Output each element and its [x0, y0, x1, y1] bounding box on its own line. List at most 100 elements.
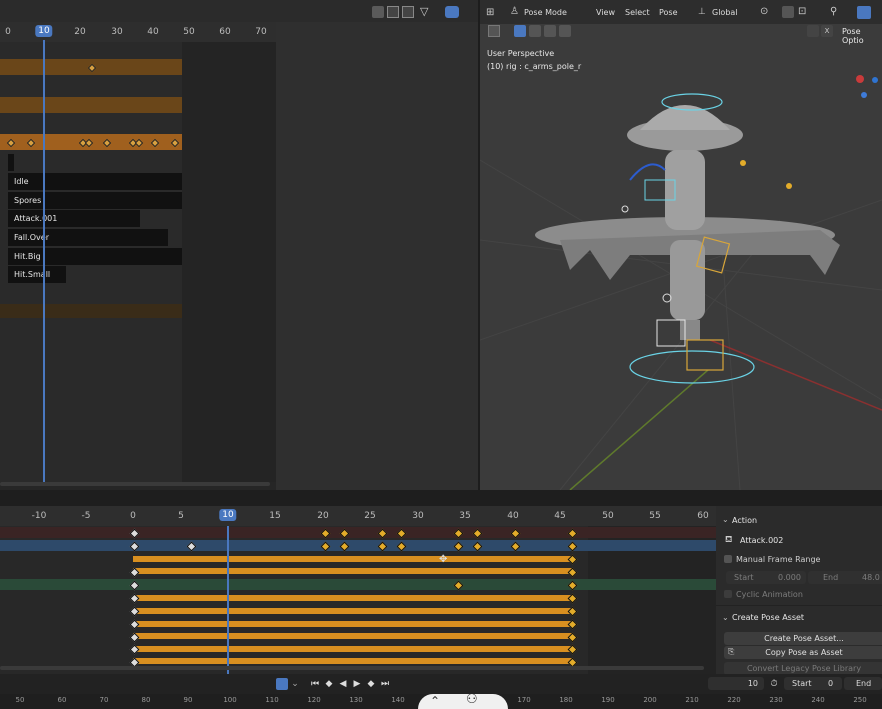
snap-icon[interactable] — [445, 6, 459, 18]
box-select-icon[interactable] — [387, 6, 399, 18]
convert-legacy-pose-library-button[interactable]: Convert Legacy Pose Library — [724, 662, 882, 674]
jump-keyframe-forward-icon[interactable]: ◆ — [365, 678, 377, 690]
hold-bar[interactable] — [133, 658, 573, 664]
hold-bar[interactable] — [133, 633, 573, 639]
filter-icon[interactable]: ▽ — [420, 5, 428, 18]
nla-playhead[interactable] — [43, 40, 45, 486]
nla-action-strip[interactable]: Spores — [8, 192, 182, 209]
hold-bar[interactable] — [133, 595, 573, 601]
proportional-icon[interactable]: ⚲ — [830, 6, 837, 17]
nla-frame-ruler[interactable]: 0 10 20 30 40 50 60 70 — [0, 22, 276, 42]
current-frame-badge[interactable]: 10 — [219, 509, 237, 521]
snap-target-icon[interactable]: ⊡ — [798, 6, 806, 17]
cursor-tool-icon[interactable] — [488, 25, 500, 37]
chevron-up-icon[interactable]: ⌃ — [430, 694, 440, 708]
snap-toggle-icon[interactable] — [782, 6, 794, 18]
jump-start-icon[interactable]: ⏮ — [309, 678, 321, 690]
hold-bar[interactable] — [133, 568, 573, 574]
keyframe[interactable] — [567, 619, 578, 630]
keyframe[interactable] — [567, 644, 578, 655]
nla-action-strip[interactable]: Attack.001 — [8, 210, 140, 227]
3d-viewport[interactable]: ⊞ ♙ Pose Mode View Select Pose ⊥ Global … — [480, 0, 882, 490]
hold-bar[interactable] — [133, 608, 573, 614]
ruler-tick: 15 — [269, 511, 281, 521]
dopesheet-playhead[interactable] — [227, 526, 229, 674]
area-divider[interactable] — [0, 490, 882, 506]
record-icon[interactable] — [276, 678, 288, 690]
gizmo-y — [861, 92, 867, 98]
cyclic-animation-label: Cyclic Animation — [736, 590, 803, 599]
select-mode-extend-icon[interactable] — [529, 25, 541, 37]
summary-channel[interactable] — [0, 527, 716, 538]
end-frame-field[interactable]: End — [844, 677, 882, 690]
editor-type-icon[interactable]: ⊞ — [486, 7, 494, 18]
people-icon[interactable]: ⚇ — [466, 694, 478, 707]
keyframe[interactable] — [567, 593, 578, 604]
end-label: End — [856, 679, 872, 688]
ruler-tick: 40 — [507, 511, 519, 521]
nla-tracks[interactable]: Idle Spores Attack.001 Fall.Over Hit.Big… — [0, 42, 276, 482]
select-mode-new-icon[interactable] — [514, 25, 526, 37]
nla-action-strip[interactable]: Idle — [8, 173, 182, 190]
current-frame-badge[interactable]: 10 — [35, 25, 53, 37]
select-mode-intersect-icon[interactable] — [559, 25, 571, 37]
select-tool-icon[interactable] — [372, 6, 384, 18]
end-frame-value: 48.0 — [862, 573, 880, 582]
copy-pose-as-asset-button[interactable]: Copy Pose as Asset — [724, 646, 882, 659]
menu-view[interactable]: View — [596, 8, 615, 17]
create-pose-asset-button[interactable]: Create Pose Asset... — [724, 632, 882, 645]
nla-action-strip[interactable]: Hit.Big — [8, 248, 182, 265]
hold-bar[interactable] — [133, 621, 573, 627]
transform-icon[interactable] — [402, 6, 414, 18]
ruler-tick: 35 — [459, 511, 471, 521]
hold-bar[interactable] — [133, 646, 573, 652]
manual-frame-range-checkbox[interactable] — [724, 555, 732, 563]
pivot-icon[interactable]: ⊙ — [760, 6, 768, 17]
chevron-down-icon[interactable]: ⌄ — [289, 678, 301, 690]
nla-strip-small[interactable] — [8, 154, 14, 171]
start-frame-field[interactable]: Start 0 — [784, 677, 842, 690]
nla-empty-region — [276, 22, 478, 490]
select-mode-subtract-icon[interactable] — [544, 25, 556, 37]
create-pose-panel-header[interactable]: Create Pose Asset — [732, 613, 804, 622]
jump-end-icon[interactable]: ⏭ — [379, 678, 391, 690]
keyframe[interactable] — [567, 632, 578, 643]
jump-keyframe-back-icon[interactable]: ◆ — [323, 678, 335, 690]
menu-pose[interactable]: Pose — [659, 8, 678, 17]
viewport-scene[interactable] — [480, 40, 882, 490]
ruler-tick: 220 — [727, 696, 741, 704]
ruler-tick: 110 — [265, 696, 279, 704]
action-name-field[interactable]: Attack.002 — [740, 536, 783, 545]
stopwatch-icon[interactable]: ⏱ — [768, 678, 780, 690]
object-channel[interactable] — [0, 540, 716, 551]
ruler-tick: 170 — [517, 696, 531, 704]
bone-handle — [621, 205, 629, 213]
nla-action-strip[interactable]: Hit.Small — [8, 266, 66, 283]
keyframe[interactable] — [567, 554, 578, 565]
play-reverse-icon[interactable]: ◀ — [337, 678, 349, 690]
dopesheet-scrollbar[interactable] — [0, 666, 704, 670]
nla-scrollbar[interactable] — [0, 482, 270, 486]
pose-options-x-icon[interactable]: X — [821, 25, 833, 37]
keyframe[interactable] — [567, 606, 578, 617]
cyclic-animation-checkbox[interactable] — [724, 590, 732, 598]
pose-options-icon[interactable] — [807, 25, 819, 37]
ruler-tick: 120 — [307, 696, 321, 704]
keyframe[interactable] — [567, 567, 578, 578]
orientation-dropdown[interactable]: Global — [712, 8, 738, 17]
hold-bar[interactable] — [133, 556, 573, 562]
xray-icon[interactable] — [857, 6, 871, 19]
ruler-tick: 190 — [601, 696, 615, 704]
collapse-chevron-icon[interactable]: ⌄ — [722, 515, 729, 524]
nla-action-strip[interactable]: Fall.Over — [8, 229, 168, 246]
current-frame-field[interactable]: 10 — [708, 677, 764, 690]
action-panel-header[interactable]: Action — [732, 516, 757, 525]
group-channel[interactable] — [0, 579, 716, 590]
menu-select[interactable]: Select — [625, 8, 650, 17]
play-icon[interactable]: ▶ — [351, 678, 363, 690]
timeline-ruler[interactable]: 50 60 70 80 90 100 110 120 130 140 150 1… — [0, 694, 882, 709]
collapse-chevron-icon[interactable]: ⌄ — [722, 613, 729, 622]
dopesheet-ruler[interactable]: -10 -5 0 5 10 15 20 25 30 35 40 45 50 55… — [0, 506, 716, 526]
action-editor[interactable]: -10 -5 0 5 10 15 20 25 30 35 40 45 50 55… — [0, 506, 716, 674]
mode-selector[interactable]: Pose Mode — [524, 8, 567, 17]
